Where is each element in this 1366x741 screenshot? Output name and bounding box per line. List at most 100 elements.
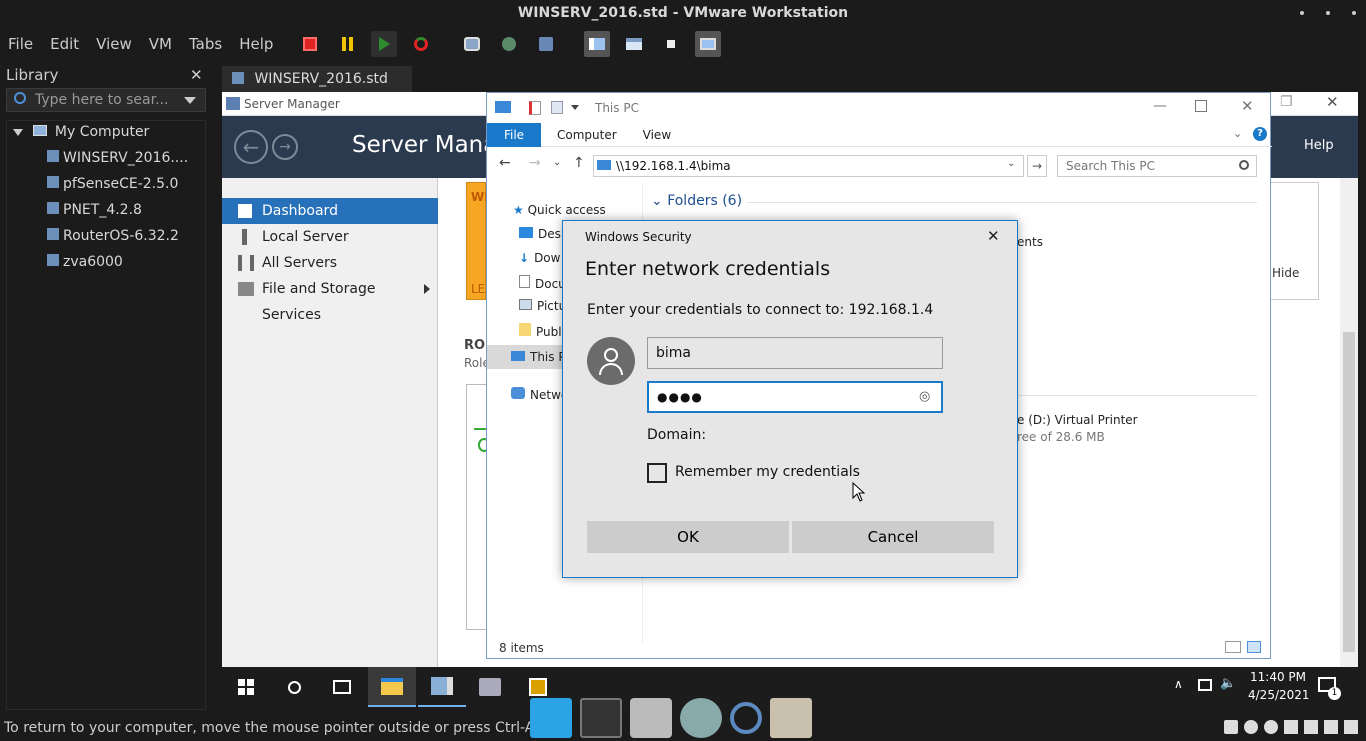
network-status-icon[interactable] xyxy=(1198,679,1212,691)
sidebar-item-local-server[interactable]: Local Server xyxy=(222,224,438,250)
tree-item-winserv[interactable]: WINSERV_2016.... xyxy=(47,147,188,169)
restore-icon[interactable]: ❐ xyxy=(1280,94,1293,110)
floppy-icon[interactable] xyxy=(1264,720,1278,734)
show-hidden-icons-chevron-icon[interactable]: ∧ xyxy=(1174,677,1183,691)
tree-item-zva6000[interactable]: zva6000 xyxy=(47,251,123,273)
reveal-password-eye-icon[interactable]: ◎ xyxy=(919,389,930,404)
nav-downloads[interactable]: ↓ Dow xyxy=(519,251,560,265)
volume-icon[interactable]: 🔈 xyxy=(1220,676,1236,691)
menu-view[interactable]: View xyxy=(96,35,132,53)
expand-icon[interactable] xyxy=(13,129,23,136)
address-bar[interactable]: \\192.168.1.4\bima xyxy=(593,155,1024,177)
address-dropdown-icon[interactable]: ⌄ xyxy=(1007,158,1015,169)
sound-card-icon[interactable] xyxy=(1324,720,1338,734)
nav-network[interactable]: Netwo xyxy=(511,387,568,402)
folders-header[interactable]: ⌄ Folders (6) xyxy=(651,193,742,209)
power-on-button[interactable] xyxy=(371,31,398,57)
dock-folder-icon[interactable] xyxy=(770,697,812,738)
ok-button[interactable]: OK xyxy=(587,521,789,553)
vm-tab[interactable]: WINSERV_2016.std ✕ xyxy=(222,66,412,113)
chevron-right-icon[interactable] xyxy=(424,284,430,294)
tree-root-my-computer[interactable]: My Computer xyxy=(13,121,149,143)
nav-desktop[interactable]: Desk xyxy=(519,227,568,241)
dialog-close-icon[interactable]: ✕ xyxy=(987,227,1000,245)
remember-label[interactable]: Remember my credentials xyxy=(675,464,860,480)
dock-browser-icon[interactable] xyxy=(680,697,722,738)
maximize-icon[interactable] xyxy=(1195,100,1207,112)
taskbar-network-tool[interactable] xyxy=(466,667,514,707)
search-icon[interactable] xyxy=(270,667,318,707)
minimize-icon[interactable]: — xyxy=(1153,98,1167,114)
sidebar-item-file-storage[interactable]: File and Storage Services xyxy=(222,276,438,323)
large-icons-view-icon[interactable] xyxy=(1247,641,1261,653)
close-dot-icon[interactable] xyxy=(1352,11,1356,15)
ribbon-expand-icon[interactable]: ⌄ xyxy=(1233,127,1242,140)
hdd-icon[interactable] xyxy=(1224,720,1238,734)
tab-file[interactable]: File xyxy=(487,122,541,147)
search-input[interactable]: Search This PC xyxy=(1057,155,1257,177)
remember-checkbox[interactable] xyxy=(647,463,667,483)
chevron-down-icon[interactable] xyxy=(184,97,196,104)
menu-file[interactable]: File xyxy=(8,35,33,53)
menu-help[interactable]: Help xyxy=(239,35,273,53)
display-icon[interactable] xyxy=(1344,720,1358,734)
menu-tabs[interactable]: Tabs xyxy=(189,35,222,53)
normal-view-button[interactable] xyxy=(621,31,647,57)
tab-view[interactable]: View xyxy=(643,128,671,142)
nav-documents[interactable]: Docu xyxy=(519,275,566,291)
scrollbar-thumb[interactable] xyxy=(1343,332,1355,652)
dock-search-icon[interactable] xyxy=(730,701,762,734)
restart-icon[interactable] xyxy=(408,31,434,57)
cancel-button[interactable]: Cancel xyxy=(792,521,994,553)
sidebar-item-dashboard[interactable]: Dashboard xyxy=(222,198,438,224)
sidebar-item-all-servers[interactable]: All Servers xyxy=(222,250,438,276)
network-adapter-icon[interactable] xyxy=(1284,720,1298,734)
up-icon[interactable]: ↑ xyxy=(573,155,585,171)
fullscreen-view-button[interactable] xyxy=(695,31,722,57)
snapshot-manager-icon[interactable] xyxy=(533,31,559,57)
tree-item-pnet[interactable]: PNET_4.2.8 xyxy=(47,199,142,221)
forward-icon[interactable]: → xyxy=(529,155,541,171)
details-view-icon[interactable] xyxy=(1225,641,1241,653)
help-icon[interactable]: ? xyxy=(1253,127,1267,141)
hide-link[interactable]: Hide xyxy=(1272,266,1299,280)
tab-computer[interactable]: Computer xyxy=(557,128,617,142)
close-icon[interactable]: ✕ xyxy=(1241,97,1254,115)
maximize-dot-icon[interactable] xyxy=(1326,11,1330,15)
snapshot-revert-icon[interactable] xyxy=(496,31,522,57)
password-input[interactable]: ●●●● xyxy=(647,381,943,413)
guest-screen[interactable]: Server Manager ❐ ✕ ← → Server Manag w He… xyxy=(222,92,1358,667)
menu-edit[interactable]: Edit xyxy=(50,35,79,53)
snapshot-icon[interactable] xyxy=(459,31,485,57)
drive-label[interactable]: e (D:) Virtual Printer xyxy=(1017,413,1138,427)
username-input[interactable]: bima xyxy=(647,337,943,369)
power-off-button[interactable] xyxy=(297,31,323,57)
library-search-input[interactable]: Type here to sear... xyxy=(6,88,206,112)
back-icon[interactable]: ← xyxy=(499,155,511,171)
nav-pictures[interactable]: Pictu xyxy=(519,299,566,313)
taskbar-server-manager[interactable] xyxy=(418,667,466,707)
back-icon[interactable]: ← xyxy=(234,130,268,164)
start-button[interactable] xyxy=(222,667,270,707)
menu-vm[interactable]: VM xyxy=(149,35,172,53)
recent-dropdown-icon[interactable]: ⌄ xyxy=(553,157,561,168)
cdrom-icon[interactable] xyxy=(1244,720,1258,734)
tree-item-pfsense[interactable]: pfSenseCE-2.5.0 xyxy=(47,173,178,195)
unity-view-button[interactable] xyxy=(658,31,684,57)
clock-time[interactable]: 11:40 PM xyxy=(1248,670,1308,684)
close-library-icon[interactable]: ✕ xyxy=(190,66,203,84)
suspend-button[interactable] xyxy=(334,31,360,57)
tree-item-routeros[interactable]: RouterOS-6.32.2 xyxy=(47,225,179,247)
dock-terminal-icon[interactable] xyxy=(580,697,622,738)
minimize-dot-icon[interactable] xyxy=(1300,11,1304,15)
usb-icon[interactable] xyxy=(1304,720,1318,734)
forward-icon[interactable]: → xyxy=(272,134,298,160)
dock-file-cabinet-icon[interactable] xyxy=(630,697,672,738)
taskbar-file-explorer[interactable] xyxy=(368,667,416,707)
help-menu[interactable]: Help xyxy=(1304,138,1334,153)
task-view-icon[interactable] xyxy=(318,667,366,707)
library-view-button[interactable] xyxy=(584,31,611,57)
clock-date[interactable]: 4/25/2021 xyxy=(1248,688,1310,702)
close-icon[interactable]: ✕ xyxy=(1326,93,1339,111)
nav-public[interactable]: Publ xyxy=(519,323,562,339)
